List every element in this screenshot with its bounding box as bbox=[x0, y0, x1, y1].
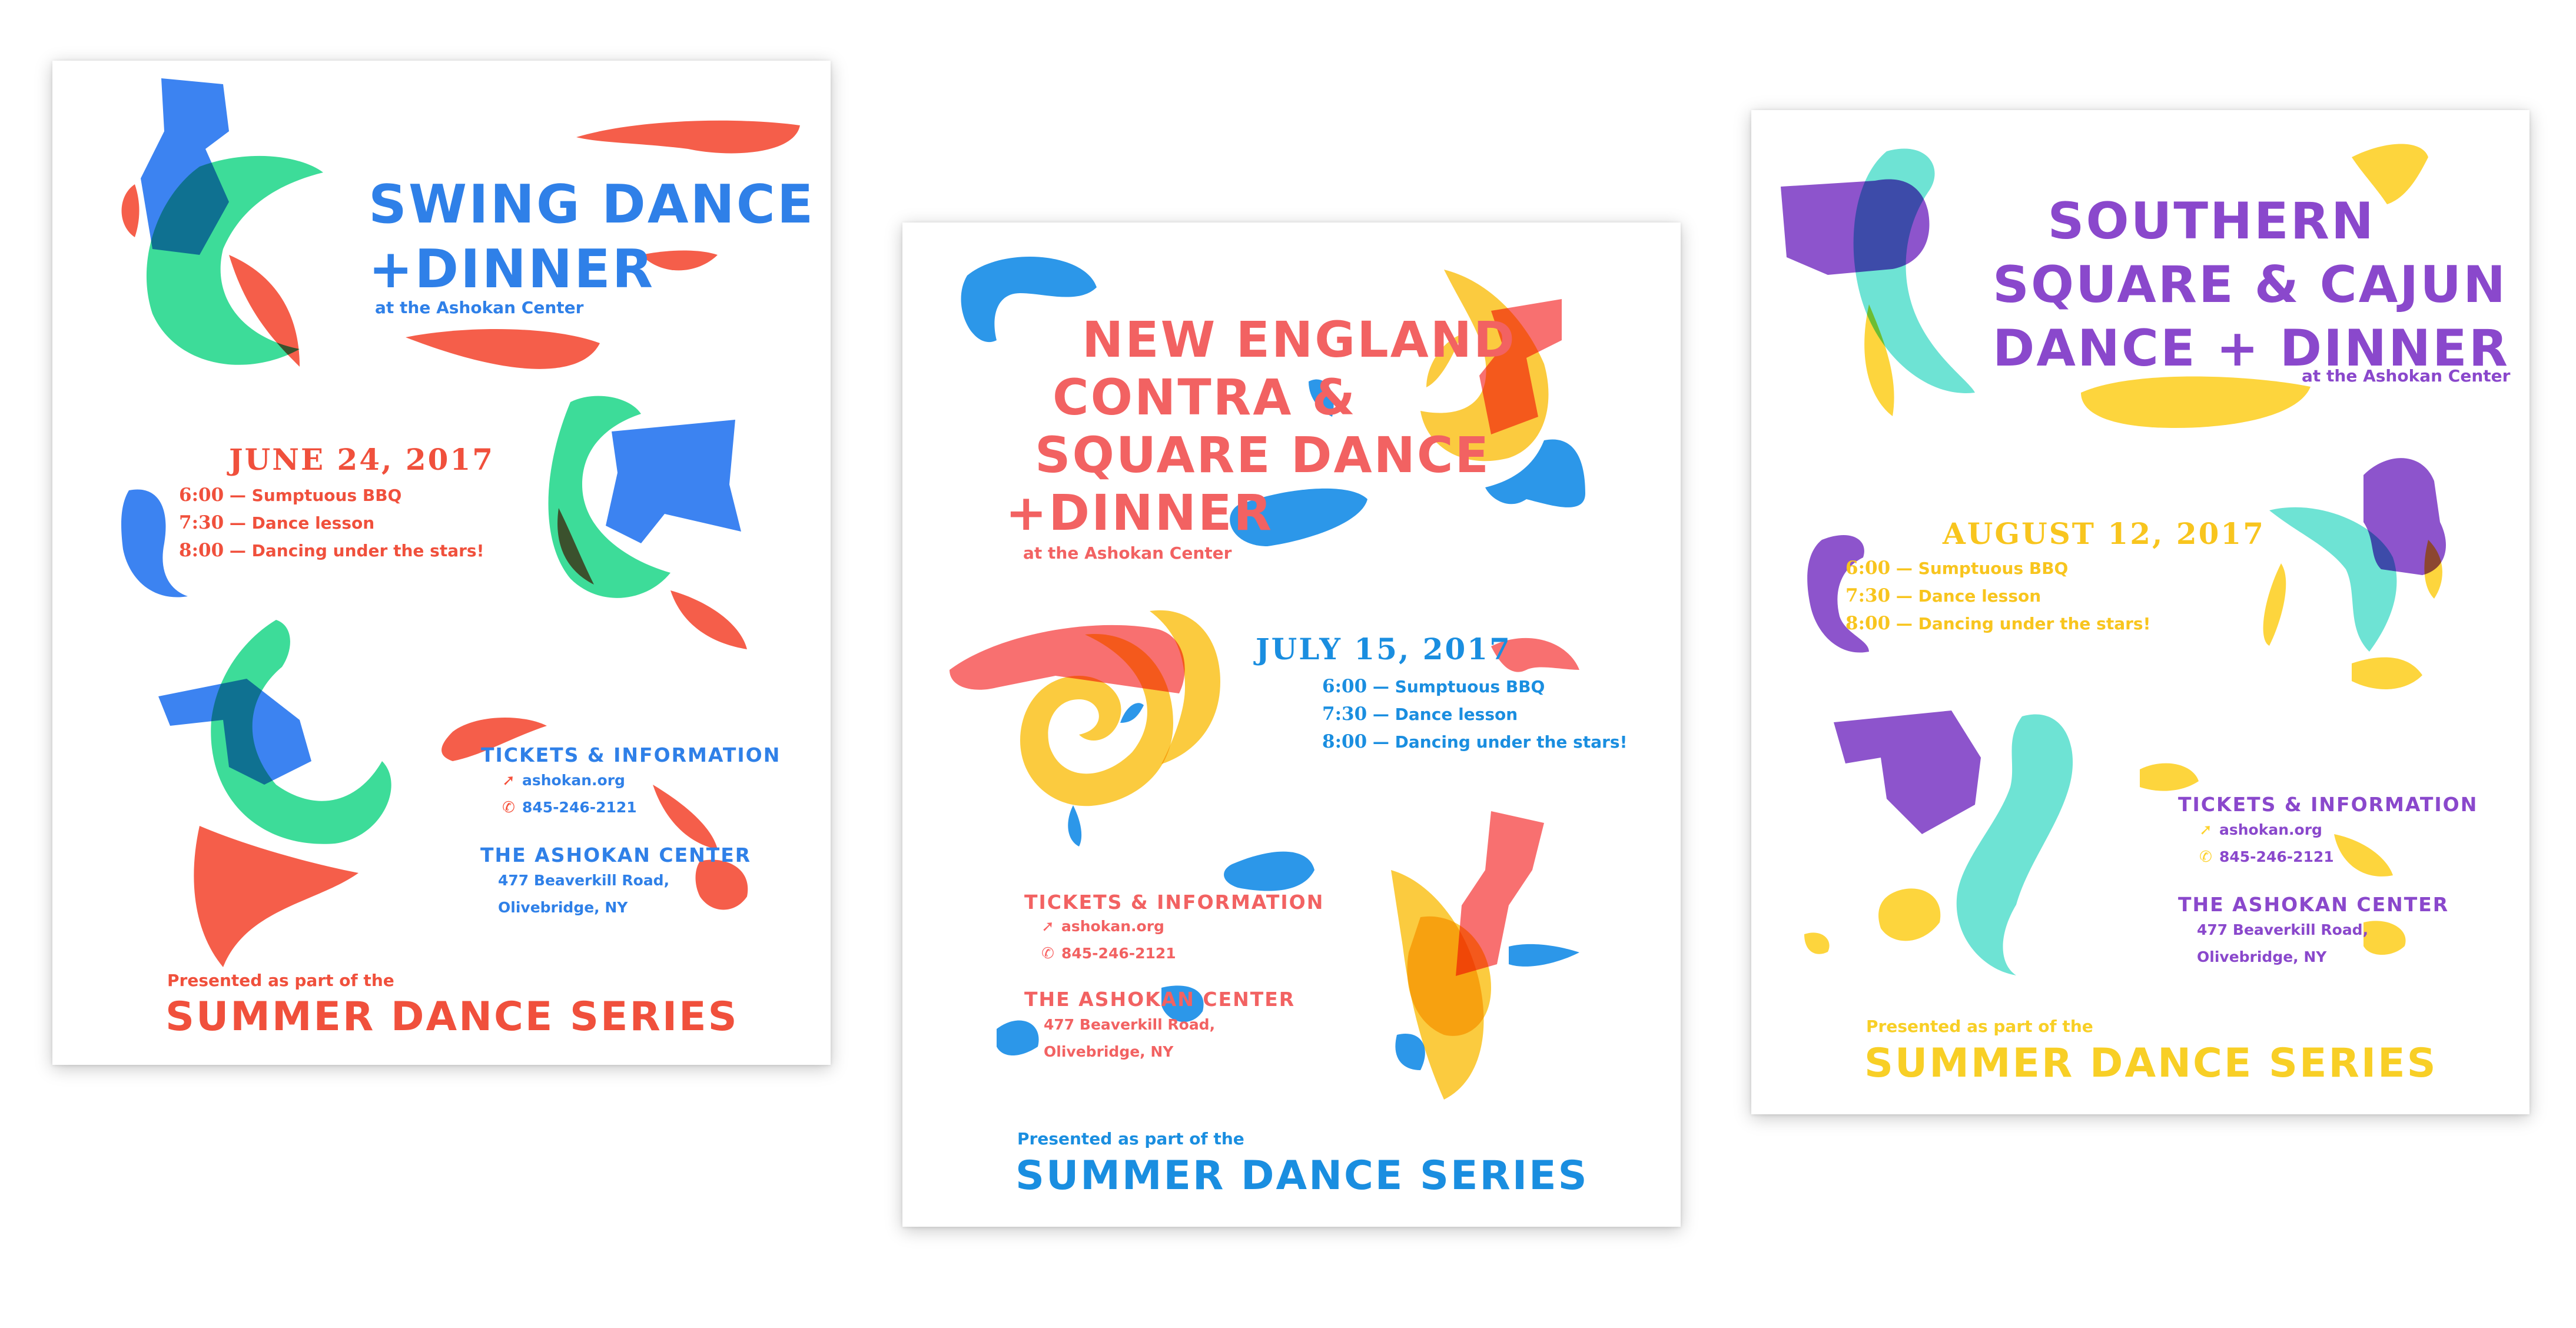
title-line-4: +DINNER bbox=[1005, 484, 1274, 542]
website-link[interactable]: ashokan.org bbox=[1061, 918, 1164, 935]
phone-number[interactable]: 845-246-2121 bbox=[522, 799, 637, 816]
series-title: SUMMER DANCE SERIES bbox=[165, 994, 739, 1040]
address: 477 Beaverkill Road, Olivebridge, NY bbox=[2197, 917, 2368, 971]
address-line: 477 Beaverkill Road, bbox=[498, 872, 670, 889]
cursor-click-icon: ➚ bbox=[502, 772, 515, 789]
contact-info: ➚ ashokan.org ✆ 845-246-2121 bbox=[1039, 913, 1176, 967]
phone-number[interactable]: 845-246-2121 bbox=[1061, 945, 1176, 962]
center-heading: THE ASHOKAN CENTER bbox=[480, 844, 752, 866]
series-title: SUMMER DANCE SERIES bbox=[1015, 1153, 1589, 1199]
phone-icon: ✆ bbox=[1041, 945, 1054, 962]
series-title: SUMMER DANCE SERIES bbox=[1864, 1040, 2438, 1087]
event-date: AUGUST 12, 2017 bbox=[1943, 516, 2265, 551]
schedule-item: 7:30 — Dance lesson bbox=[179, 512, 375, 533]
address-line: 477 Beaverkill Road, bbox=[2197, 921, 2369, 938]
schedule-item: 6:00 — Sumptuous BBQ bbox=[1845, 557, 2069, 579]
address: 477 Beaverkill Road, Olivebridge, NY bbox=[498, 867, 669, 921]
title-line-3: SQUARE DANCE bbox=[1035, 426, 1491, 484]
title-line-1: NEW ENGLAND bbox=[1082, 311, 1516, 368]
center-heading: THE ASHOKAN CENTER bbox=[1024, 988, 1296, 1011]
contact-info: ➚ ashokan.org ✆ 845-246-2121 bbox=[500, 767, 637, 821]
schedule-item: 6:00 — Sumptuous BBQ bbox=[1322, 676, 1545, 697]
schedule-list: 6:00 — Sumptuous BBQ 7:30 — Dance lesson… bbox=[1322, 673, 1627, 756]
title-line-1: SWING DANCE bbox=[369, 174, 815, 235]
event-title: SWING DANCE +DINNER bbox=[369, 178, 815, 296]
website-link[interactable]: ashokan.org bbox=[2219, 821, 2322, 838]
cursor-click-icon: ➚ bbox=[1041, 918, 1054, 935]
phone-icon: ✆ bbox=[502, 799, 515, 816]
schedule-list: 6:00 — Sumptuous BBQ 7:30 — Dance lesson… bbox=[179, 482, 484, 565]
title-line-1: SOUTHERN bbox=[2047, 192, 2375, 251]
presented-text: Presented as part of the bbox=[167, 971, 394, 990]
address-line: Olivebridge, NY bbox=[498, 899, 628, 916]
presented-text: Presented as part of the bbox=[1017, 1129, 1244, 1148]
address-line: Olivebridge, NY bbox=[1044, 1043, 1174, 1060]
address-line: 477 Beaverkill Road, bbox=[1044, 1016, 1216, 1033]
schedule-item: 8:00 — Dancing under the stars! bbox=[179, 540, 484, 561]
schedule-item: 7:30 — Dance lesson bbox=[1845, 585, 2041, 606]
schedule-item: 8:00 — Dancing under the stars! bbox=[1845, 613, 2151, 634]
event-date: JUNE 24, 2017 bbox=[229, 442, 495, 477]
schedule-item: 7:30 — Dance lesson bbox=[1322, 703, 1518, 725]
poster-contra-dance: NEW ENGLAND CONTRA & SQUARE DANCE +DINNE… bbox=[902, 223, 1681, 1227]
address-line: Olivebridge, NY bbox=[2197, 948, 2327, 965]
phone-number[interactable]: 845-246-2121 bbox=[2219, 848, 2334, 865]
poster-swing-dance: SWING DANCE +DINNER at the Ashokan Cente… bbox=[52, 61, 831, 1065]
tickets-heading: TICKETS & INFORMATION bbox=[2178, 793, 2478, 816]
event-date: JULY 15, 2017 bbox=[1256, 632, 1512, 666]
cursor-click-icon: ➚ bbox=[2199, 821, 2212, 839]
poster-cajun-dance: SOUTHERN SQUARE & CAJUN DANCE + DINNER a… bbox=[1751, 110, 2529, 1114]
venue-subtitle: at the Ashokan Center bbox=[2302, 366, 2511, 386]
venue-subtitle: at the Ashokan Center bbox=[1023, 543, 1232, 563]
title-line-2: CONTRA & bbox=[1053, 368, 1357, 426]
phone-icon: ✆ bbox=[2199, 848, 2212, 866]
tickets-heading: TICKETS & INFORMATION bbox=[481, 743, 781, 766]
website-link[interactable]: ashokan.org bbox=[522, 772, 625, 789]
presented-text: Presented as part of the bbox=[1866, 1017, 2093, 1036]
tickets-heading: TICKETS & INFORMATION bbox=[1024, 891, 1324, 914]
contact-info: ➚ ashokan.org ✆ 845-246-2121 bbox=[2197, 816, 2334, 871]
title-line-2: SQUARE & CAJUN bbox=[1993, 255, 2508, 314]
address: 477 Beaverkill Road, Olivebridge, NY bbox=[1044, 1011, 1215, 1065]
schedule-item: 8:00 — Dancing under the stars! bbox=[1322, 731, 1628, 752]
schedule-list: 6:00 — Sumptuous BBQ 7:30 — Dance lesson… bbox=[1845, 555, 2150, 638]
event-title: SOUTHERN SQUARE & CAJUN DANCE + DINNER bbox=[1993, 190, 2508, 380]
title-line-2: +DINNER bbox=[369, 238, 655, 300]
schedule-item: 6:00 — Sumptuous BBQ bbox=[179, 484, 402, 506]
event-title: NEW ENGLAND CONTRA & SQUARE DANCE +DINNE… bbox=[1005, 311, 1516, 542]
venue-subtitle: at the Ashokan Center bbox=[375, 298, 584, 317]
center-heading: THE ASHOKAN CENTER bbox=[2178, 893, 2449, 916]
